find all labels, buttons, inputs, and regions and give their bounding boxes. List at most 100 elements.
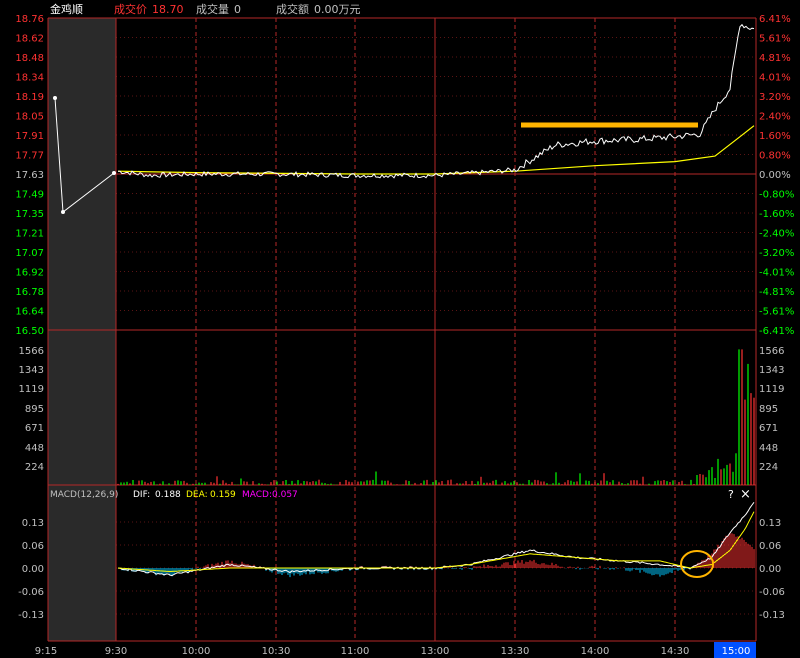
macd-value: 0.057 [272,490,298,500]
price-tick-label: 16.50 [15,326,44,337]
macd-tick-label: -0.13 [759,610,785,621]
percent-tick-label: -4.81% [759,287,794,298]
price-tick-label: 17.91 [15,131,44,142]
volume-tick-label: 671 [25,423,44,434]
percent-tick-label: 0.80% [759,151,791,162]
price-label: 成交价 [114,2,147,16]
price-tick-label: 17.07 [15,248,44,259]
percent-tick-label: 6.41% [759,14,791,25]
time-tick-label: 9:30 [105,646,127,657]
price-tick-label: 16.92 [15,268,44,279]
macd-tick-label: -0.06 [759,587,785,598]
volume-tick-label: 895 [759,404,778,415]
percent-tick-label: -1.60% [759,209,794,220]
percent-tick-label: -3.20% [759,248,794,259]
time-tick-label: 10:30 [262,646,291,657]
price-line [117,23,755,179]
price-tick-label: 17.77 [15,151,44,162]
macd-tick-label: 0.00 [759,564,781,575]
stock-name: 金鸡顺 [50,2,83,16]
volume-axis-labels-right: 1566 1343 1119 895 671 448 224 [759,346,784,473]
volume-bars [117,349,755,485]
dea-label: DEA: [186,490,208,500]
close-icon[interactable]: × [740,487,751,502]
price-tick-label: 17.21 [15,229,44,240]
volume-tick-label: 1343 [19,365,44,376]
price-tick-label: 18.19 [15,92,44,103]
percent-tick-label: 3.20% [759,92,791,103]
price-tick-label: 18.62 [15,34,44,45]
time-tick-label: 9:15 [35,646,57,657]
percent-axis-labels: 6.41% 5.61% 4.81% 4.01% 3.20% 2.40% 1.60% 0.80%… [759,14,794,337]
volume-tick-label: 1566 [19,346,44,357]
percent-tick-label: -0.80% [759,190,794,201]
price-tick-label: 18.34 [15,73,44,84]
percent-tick-label: 1.60% [759,131,791,142]
grid-lines [47,17,757,642]
volume-tick-label: 1119 [19,384,44,395]
volume-tick-label: 671 [759,423,778,434]
percent-tick-label: 2.40% [759,112,791,123]
percent-tick-label: 5.61% [759,34,791,45]
help-icon[interactable]: ? [728,488,734,501]
percent-tick-label: 0.00% [759,170,791,181]
price-axis-labels: 18.76 18.62 18.48 18.34 18.19 18.05 17.91 17.77… [15,14,44,337]
time-axis-labels: 9:15 9:30 10:00 10:30 11:00 13:00 13:30 14:00 14… [35,646,751,657]
time-tick-label: 13:00 [421,646,450,657]
volume-axis-labels-left: 1566 1343 1119 895 671 448 224 [19,346,44,473]
volume-tick-label: 1566 [759,346,784,357]
volume-tick-label: 1343 [759,365,784,376]
dea-value: 0.159 [210,490,236,500]
percent-tick-label: 4.01% [759,73,791,84]
time-tick-label: 11:00 [341,646,370,657]
dif-value: 0.188 [155,490,181,500]
time-tick-label: 14:30 [661,646,690,657]
dif-line [117,502,755,577]
macd-tick-label: -0.06 [18,587,44,598]
time-tick-label: 14:00 [581,646,610,657]
macd-tick-label: 0.06 [759,541,781,552]
amount-label: 成交额 [276,2,309,16]
price-tick-label: 17.35 [15,209,44,220]
price-tick-label: 17.63 [15,170,44,181]
macd-label: MACD: [242,490,272,500]
volume-value: 0 [234,3,241,16]
macd-tick-label: 0.13 [22,518,44,529]
time-tick-label: 15:00 [722,646,751,657]
price-tick-label: 17.49 [15,190,44,201]
macd-tick-label: 0.06 [22,541,44,552]
percent-tick-label: -5.61% [759,307,794,318]
macd-axis-labels-right: 0.13 0.06 0.00 -0.06 -0.13 [759,518,785,621]
premarket-point [61,210,65,214]
chart-canvas[interactable]: 18.76 18.62 18.48 18.34 18.19 18.05 17.91 17.77… [0,0,800,658]
percent-tick-label: -4.01% [759,268,794,279]
percent-tick-label: 4.81% [759,53,791,64]
average-price-line [117,125,755,175]
percent-tick-label: -6.41% [759,326,794,337]
macd-tick-label: 0.13 [759,518,781,529]
macd-title: MACD(12,26,9) [50,490,118,500]
price-tick-label: 16.64 [15,307,44,318]
volume-label: 成交量 [196,2,229,16]
volume-tick-label: 448 [759,443,778,454]
premarket-point [112,171,116,175]
price-tick-label: 18.76 [15,14,44,25]
macd-tick-label: 0.00 [22,564,44,575]
volume-tick-label: 1119 [759,384,784,395]
percent-tick-label: -2.40% [759,229,794,240]
volume-tick-label: 895 [25,404,44,415]
volume-tick-label: 448 [25,443,44,454]
macd-tick-label: -0.13 [18,610,44,621]
macd-axis-labels-left: 0.13 0.06 0.00 -0.06 -0.13 [18,518,44,621]
premarket-point [53,96,57,100]
time-tick-label: 13:30 [501,646,530,657]
price-tick-label: 18.05 [15,112,44,123]
price-tick-label: 18.48 [15,53,44,64]
intraday-chart-window: 18.76 18.62 18.48 18.34 18.19 18.05 17.91 17.77… [0,0,800,658]
amount-value: 0.00万元 [314,3,361,16]
volume-tick-label: 224 [25,462,44,473]
dea-line [117,511,755,573]
time-tick-label: 10:00 [182,646,211,657]
macd-histogram [117,533,755,578]
volume-tick-label: 224 [759,462,778,473]
